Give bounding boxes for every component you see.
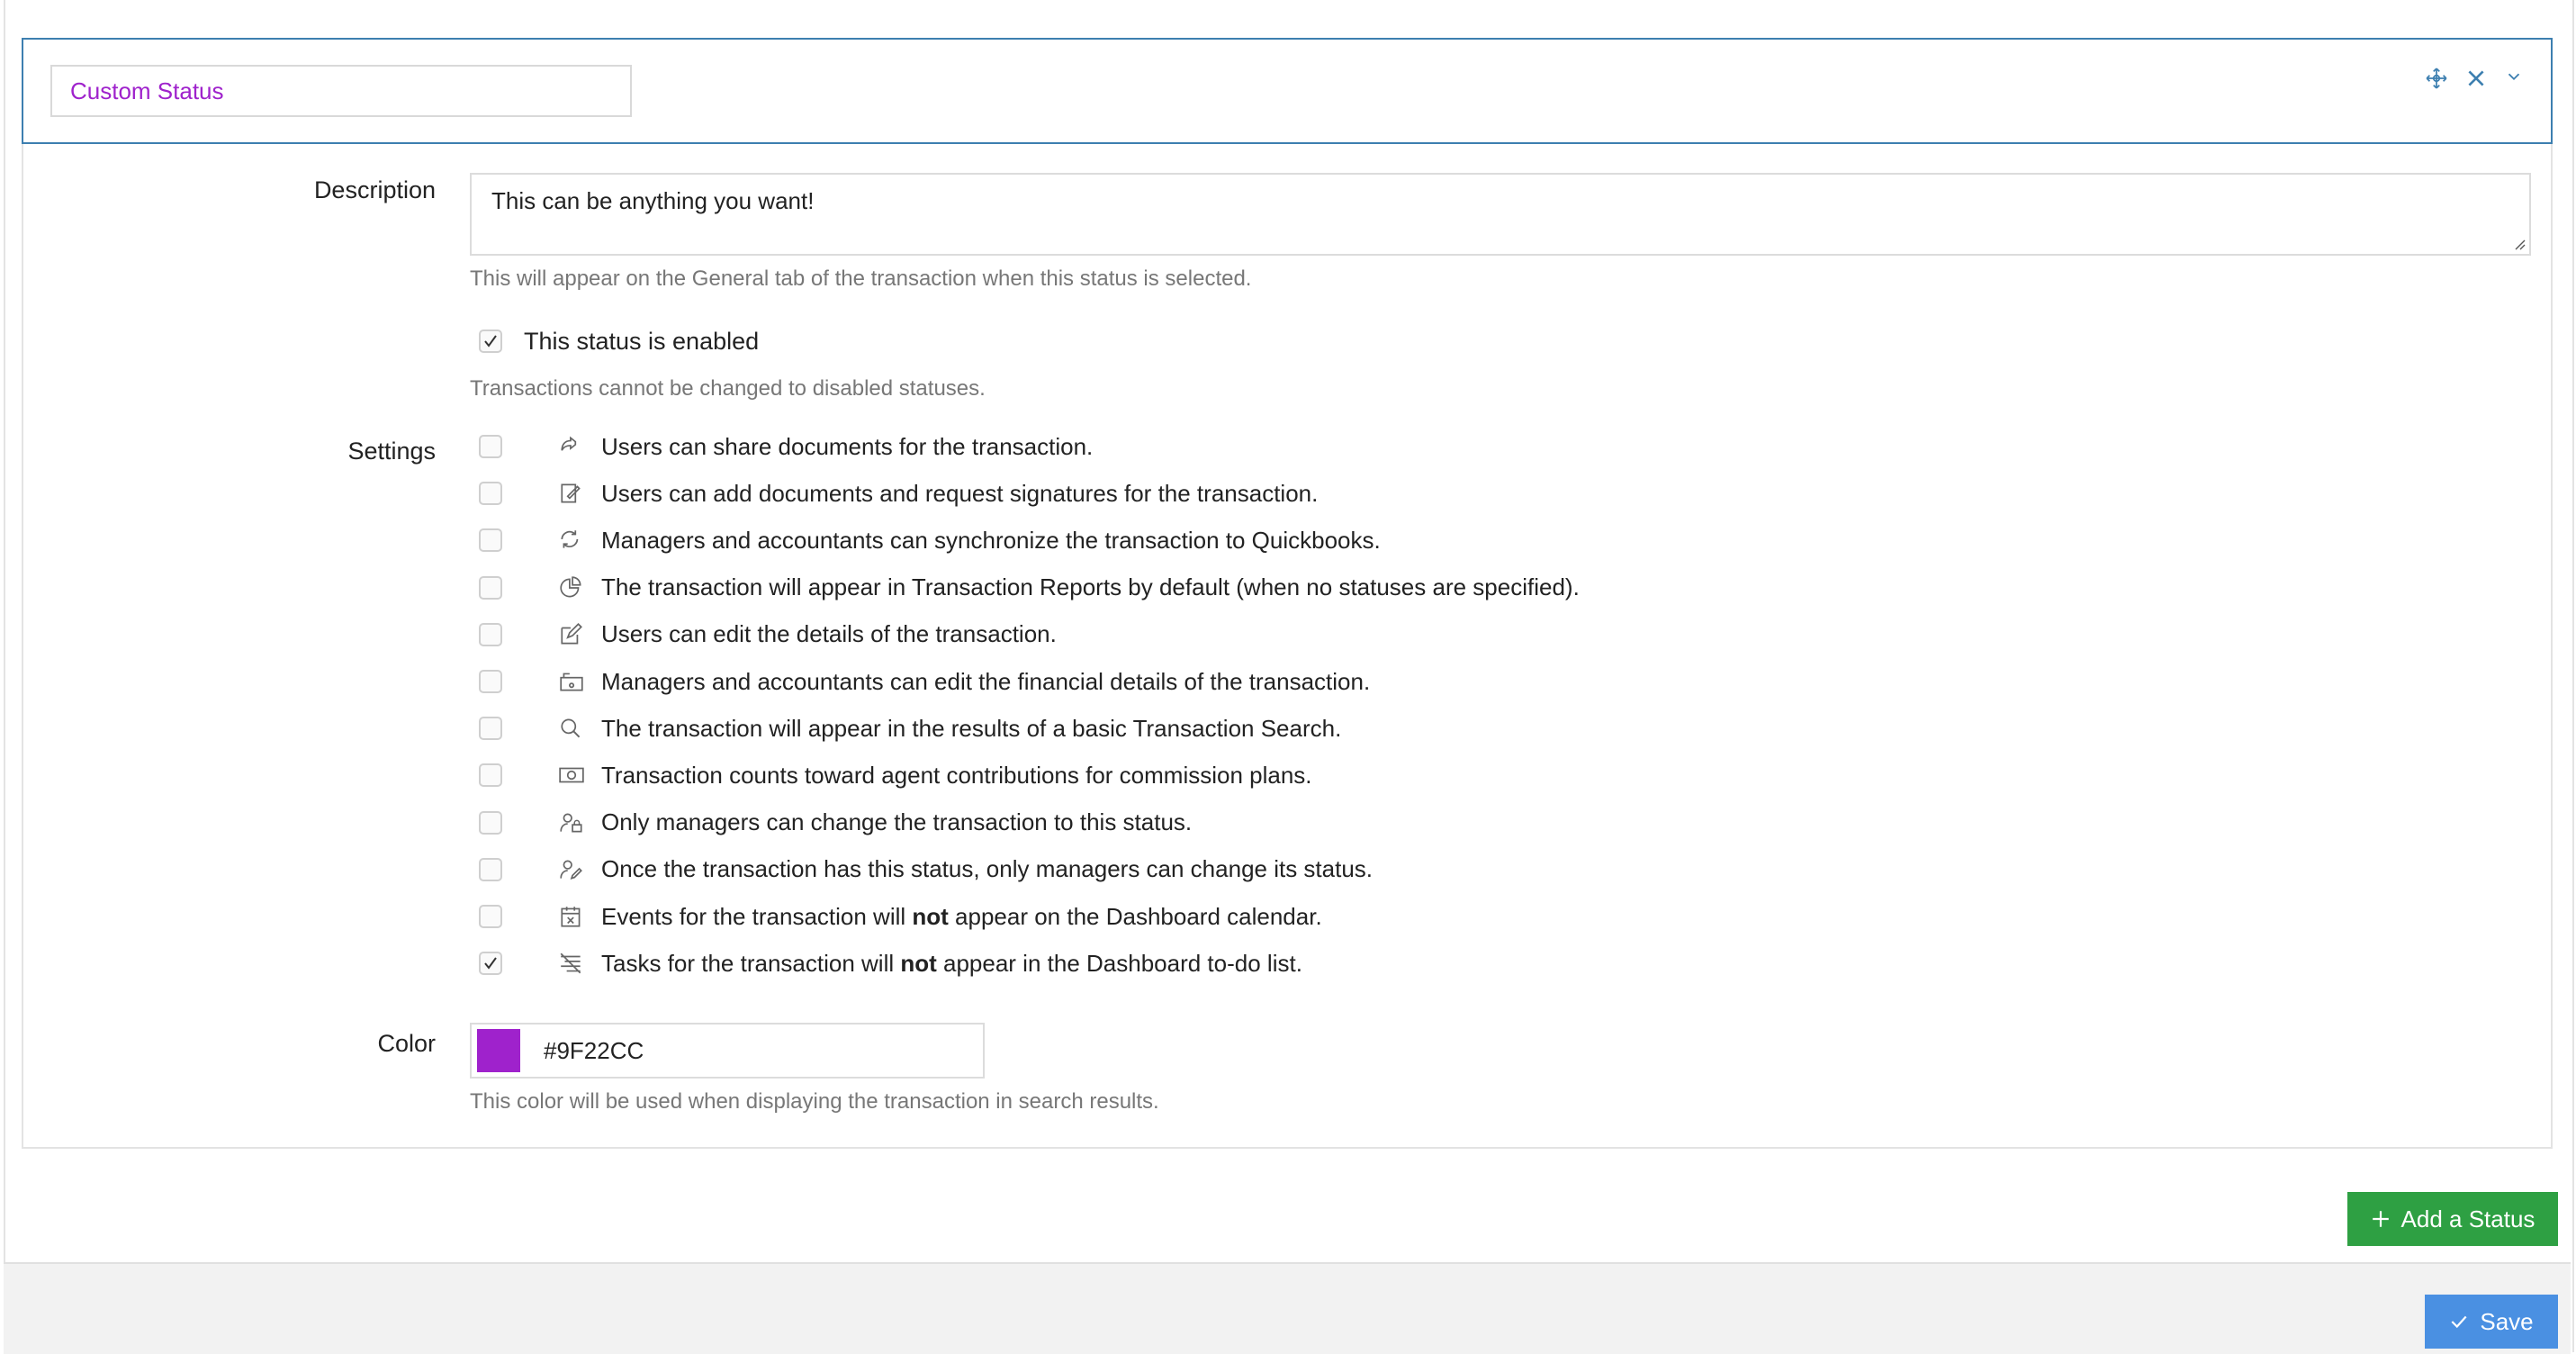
share-icon xyxy=(556,433,587,460)
setting-checkbox[interactable] xyxy=(479,810,502,835)
setting-text: Users can add documents and request sign… xyxy=(601,479,1319,507)
setting-text: Users can share documents for the transa… xyxy=(601,432,1094,460)
resize-grip-icon[interactable] xyxy=(2513,238,2526,250)
color-swatch[interactable] xyxy=(477,1029,520,1072)
setting-text: Managers and accountants can synchronize… xyxy=(601,526,1381,554)
setting-checkbox[interactable] xyxy=(479,670,502,693)
setting-checkbox[interactable] xyxy=(479,952,502,976)
financial-icon xyxy=(556,668,587,695)
setting-checkbox[interactable] xyxy=(479,482,502,506)
checkmark-icon xyxy=(484,957,497,970)
status-header-actions xyxy=(2425,67,2527,90)
setting-row: Tasks for the transaction will not appea… xyxy=(479,945,1302,981)
setting-row: Users can share documents for the transa… xyxy=(479,429,1093,465)
check-icon xyxy=(2451,1315,2467,1329)
setting-checkbox[interactable] xyxy=(479,575,502,600)
setting-text: Only managers can change the transaction… xyxy=(601,808,1193,836)
description-help: This will appear on the General tab of t… xyxy=(470,266,1252,291)
setting-checkbox[interactable] xyxy=(479,857,502,881)
edit-icon xyxy=(556,621,587,648)
setting-row: The transaction will appear in Transacti… xyxy=(479,570,1580,606)
description-value: This can be anything you want! xyxy=(491,187,815,214)
chevron-down-icon[interactable] xyxy=(2504,67,2527,90)
signature-icon xyxy=(556,480,587,507)
setting-text: Tasks for the transaction will not appea… xyxy=(601,949,1302,977)
add-status-button[interactable]: Add a Status xyxy=(2347,1192,2558,1246)
move-icon[interactable] xyxy=(2425,67,2448,90)
setting-row: Users can add documents and request sign… xyxy=(479,475,1318,511)
settings-label: Settings xyxy=(347,438,436,465)
setting-row: Only managers can change the transaction… xyxy=(479,805,1192,841)
setting-checkbox[interactable] xyxy=(479,622,502,646)
enabled-checkbox[interactable] xyxy=(479,329,502,353)
enabled-label: This status is enabled xyxy=(524,328,760,355)
user-edit-icon xyxy=(556,856,587,883)
description-textarea[interactable]: This can be anything you want! xyxy=(470,173,2531,256)
search-icon xyxy=(556,715,587,742)
setting-row: Users can edit the details of the transa… xyxy=(479,617,1057,653)
close-icon[interactable] xyxy=(2464,67,2488,90)
status-name-input[interactable] xyxy=(50,65,632,117)
setting-text: Events for the transaction will not appe… xyxy=(601,902,1322,930)
setting-checkbox[interactable] xyxy=(479,763,502,788)
color-field[interactable]: #9F22CC xyxy=(470,1023,985,1079)
status-body: Description This can be anything you wan… xyxy=(22,144,2553,1149)
footer-bar xyxy=(4,1262,2571,1354)
save-label: Save xyxy=(2480,1307,2534,1335)
setting-text: Managers and accountants can edit the fi… xyxy=(601,667,1371,695)
list-x-icon xyxy=(556,950,587,977)
setting-row: Transaction counts toward agent contribu… xyxy=(479,757,1312,793)
setting-text: The transaction will appear in the resul… xyxy=(601,714,1342,742)
setting-checkbox[interactable] xyxy=(479,528,502,553)
color-help: This color will be used when displaying … xyxy=(470,1089,1159,1114)
user-lock-icon xyxy=(556,809,587,836)
color-label: Color xyxy=(377,1030,436,1057)
color-value: #9F22CC xyxy=(544,1036,644,1064)
setting-row: Once the transaction has this status, on… xyxy=(479,852,1373,888)
setting-text: Once the transaction has this status, on… xyxy=(601,855,1374,883)
sync-icon xyxy=(556,527,587,554)
setting-text: The transaction will appear in Transacti… xyxy=(601,573,1580,601)
setting-row: Managers and accountants can edit the fi… xyxy=(479,663,1370,700)
pie-chart-icon xyxy=(556,574,587,601)
setting-text: Users can edit the details of the transa… xyxy=(601,620,1057,648)
calendar-x-icon xyxy=(556,903,587,930)
enabled-help: Transactions cannot be changed to disabl… xyxy=(470,376,986,401)
save-button[interactable]: Save xyxy=(2425,1295,2558,1349)
checkmark-icon xyxy=(484,335,497,348)
description-label: Description xyxy=(313,176,436,203)
setting-text: Transaction counts toward agent contribu… xyxy=(601,761,1312,789)
status-header xyxy=(22,38,2553,144)
setting-row: Managers and accountants can synchronize… xyxy=(479,522,1381,558)
plus-icon xyxy=(2372,1211,2389,1227)
money-icon xyxy=(556,762,587,789)
setting-checkbox[interactable] xyxy=(479,435,502,458)
setting-row: Events for the transaction will not appe… xyxy=(479,898,1322,934)
add-status-label: Add a Status xyxy=(2400,1205,2535,1232)
setting-checkbox[interactable] xyxy=(479,717,502,741)
setting-checkbox[interactable] xyxy=(479,905,502,928)
setting-row: The transaction will appear in the resul… xyxy=(479,710,1341,746)
